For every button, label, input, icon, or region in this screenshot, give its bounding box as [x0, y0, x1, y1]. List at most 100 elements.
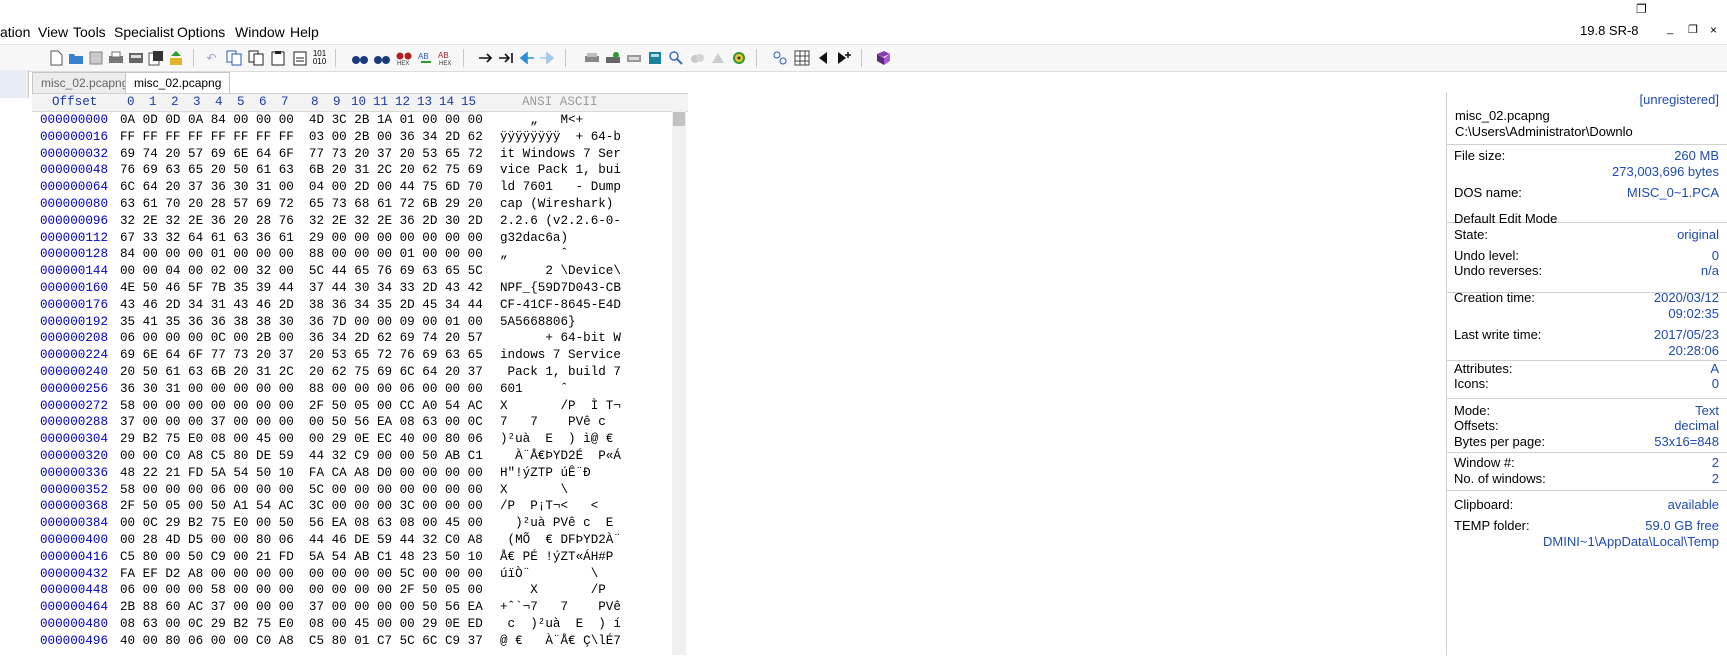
book-icon[interactable]: [874, 49, 891, 66]
undo-icon[interactable]: ↶: [203, 49, 220, 66]
row-ascii-text[interactable]: NPF_{59D7D043-CB: [500, 280, 621, 297]
search-disk-icon[interactable]: [667, 49, 684, 66]
row-ascii-text[interactable]: X /P Ì T¬: [500, 398, 621, 415]
grid-icon[interactable]: [793, 49, 810, 66]
row-hex-bytes[interactable]: 4E 50 46 5F 7B 35 39 44 37 44 30 34 33 2…: [120, 280, 483, 297]
row-ascii-text[interactable]: „ ˆ: [500, 246, 568, 263]
save-icon[interactable]: [87, 49, 104, 66]
minimize-button[interactable]: _: [1667, 23, 1673, 35]
properties-icon[interactable]: [127, 49, 144, 66]
menu-specialist[interactable]: Specialist: [114, 24, 174, 40]
row-hex-bytes[interactable]: 08 63 00 0C 29 B2 75 E0 08 00 45 00 00 2…: [120, 616, 483, 633]
export-icon[interactable]: [167, 49, 184, 66]
row-ascii-text[interactable]: 7 7 PVê c: [500, 414, 606, 431]
row-ascii-text[interactable]: + 64-bit W: [500, 330, 621, 347]
row-ascii-text[interactable]: @ € À¨Å€ Ç\lÉ7: [500, 633, 621, 650]
row-hex-bytes[interactable]: 48 22 21 FD 5A 54 50 10 FA CA A8 D0 00 0…: [120, 465, 483, 482]
cut-icon[interactable]: [225, 49, 242, 66]
row-ascii-text[interactable]: c )²uà E ) í: [500, 616, 621, 633]
hex-editor[interactable]: Offset 0 1 2 3 4 5 6 7 8 9 10 11 12 13 1…: [32, 93, 688, 656]
close-button[interactable]: ×: [1710, 23, 1717, 37]
find-icon[interactable]: [351, 49, 368, 66]
row-ascii-text[interactable]: (MÕ € DFÞYD2À¨: [500, 532, 621, 549]
row-ascii-text[interactable]: 2 \Device\: [500, 263, 621, 280]
row-hex-bytes[interactable]: 40 00 80 06 00 00 C0 A8 C5 80 01 C7 5C 6…: [120, 633, 483, 650]
tab-file-1[interactable]: misc_02.pcapng: [32, 72, 138, 93]
calculator-icon[interactable]: [646, 49, 663, 66]
replace-hex-icon[interactable]: AB HEX: [437, 49, 454, 66]
row-hex-bytes[interactable]: 69 6E 64 6F 77 73 20 37 20 53 65 72 76 6…: [120, 347, 483, 364]
row-ascii-text[interactable]: +ˆ`¬7 7 PVê: [500, 599, 621, 616]
row-ascii-text[interactable]: 5A5668806}: [500, 314, 576, 331]
row-hex-bytes[interactable]: 32 2E 32 2E 36 20 28 76 32 2E 32 2E 36 2…: [120, 213, 483, 230]
row-hex-bytes[interactable]: 35 41 35 36 36 38 38 30 36 7D 00 00 09 0…: [120, 314, 483, 331]
restore-window-icon[interactable]: ❐: [1636, 2, 1647, 16]
settings-icon[interactable]: [730, 49, 747, 66]
back-icon[interactable]: [518, 49, 535, 66]
cloud-icon[interactable]: [688, 49, 705, 66]
row-hex-bytes[interactable]: 06 00 00 00 58 00 00 00 00 00 00 00 2F 5…: [120, 582, 483, 599]
row-hex-bytes[interactable]: 06 00 00 00 0C 00 2B 00 36 34 2D 62 69 7…: [120, 330, 483, 347]
row-ascii-text[interactable]: 601 ˆ: [500, 381, 568, 398]
row-hex-bytes[interactable]: 2B 88 60 AC 37 00 00 00 37 00 00 00 00 5…: [120, 599, 483, 616]
row-ascii-text[interactable]: ÿÿÿÿÿÿÿÿ + 64-b: [500, 129, 621, 146]
paste-write-icon[interactable]: [291, 49, 308, 66]
row-hex-bytes[interactable]: FA EF D2 A8 00 00 00 00 00 00 00 00 5C 0…: [120, 566, 483, 583]
scrollbar-thumb[interactable]: [673, 112, 685, 126]
paste-icon[interactable]: [269, 49, 286, 66]
row-hex-bytes[interactable]: 67 33 32 64 61 63 36 61 29 00 00 00 00 0…: [120, 230, 483, 247]
view-mode-icon[interactable]: [771, 49, 788, 66]
row-hex-bytes[interactable]: 58 00 00 00 00 00 00 00 2F 50 05 00 CC A…: [120, 398, 483, 415]
shortcut-icon[interactable]: [709, 49, 726, 66]
print-icon[interactable]: [107, 49, 124, 66]
row-hex-bytes[interactable]: 00 28 4D D5 00 00 80 06 44 46 DE 59 44 3…: [120, 532, 483, 549]
row-ascii-text[interactable]: À¨Å€ÞYD2É P«Á: [500, 448, 621, 465]
clipboard-hex-icon[interactable]: 101 010: [311, 49, 328, 66]
row-hex-bytes[interactable]: 20 50 61 63 6B 20 31 2C 20 62 75 69 6C 6…: [120, 364, 483, 381]
row-hex-bytes[interactable]: FF FF FF FF FF FF FF FF 03 00 2B 00 36 3…: [120, 129, 483, 146]
row-hex-bytes[interactable]: 00 00 04 00 02 00 32 00 5C 44 65 76 69 6…: [120, 263, 483, 280]
row-ascii-text[interactable]: CF-41CF-8645-E4D: [500, 297, 621, 314]
find-hex-icon[interactable]: [373, 49, 390, 66]
replace-icon[interactable]: AB: [417, 49, 434, 66]
row-hex-bytes[interactable]: 43 46 2D 34 31 43 46 2D 38 36 34 35 2D 4…: [120, 297, 483, 314]
row-ascii-text[interactable]: it Windows 7 Ser: [500, 146, 621, 163]
row-hex-bytes[interactable]: 29 B2 75 E0 08 00 45 00 00 29 0E EC 40 0…: [120, 431, 483, 448]
row-hex-bytes[interactable]: 36 30 31 00 00 00 00 00 88 00 00 00 06 0…: [120, 381, 483, 398]
goto-mark-icon[interactable]: [497, 49, 514, 66]
row-ascii-text[interactable]: )²uà E ) ì@ €: [500, 431, 613, 448]
copy-icon[interactable]: [247, 49, 264, 66]
menu-options[interactable]: Options: [177, 24, 225, 40]
new-file-icon[interactable]: [47, 49, 64, 66]
disk-open-icon[interactable]: [604, 49, 621, 66]
row-ascii-text[interactable]: Pack 1, build 7: [500, 364, 621, 381]
menu-help[interactable]: Help: [290, 24, 319, 40]
tab-file-2-active[interactable]: misc_02.pcapng: [125, 72, 231, 93]
row-hex-bytes[interactable]: 58 00 00 00 06 00 00 00 5C 00 00 00 00 0…: [120, 482, 483, 499]
restore-button[interactable]: ❐: [1688, 23, 1698, 36]
row-ascii-text[interactable]: g32dac6a): [500, 230, 568, 247]
row-ascii-text[interactable]: )²uà PVê c E: [500, 515, 613, 532]
menu-navigation[interactable]: ation: [0, 24, 30, 40]
row-ascii-text[interactable]: úïÒ¨ \: [500, 566, 598, 583]
row-ascii-text[interactable]: vice Pack 1, bui: [500, 162, 621, 179]
row-hex-bytes[interactable]: 76 69 63 65 20 50 61 63 6B 20 31 2C 20 6…: [120, 162, 483, 179]
row-ascii-text[interactable]: H"!ýZTP úÊ¨Ð: [500, 465, 591, 482]
ram-icon[interactable]: [625, 49, 642, 66]
forward-icon[interactable]: [538, 49, 555, 66]
row-hex-bytes[interactable]: 6C 64 20 37 36 30 31 00 04 00 2D 00 44 7…: [120, 179, 483, 196]
row-ascii-text[interactable]: cap (Wireshark): [500, 196, 621, 213]
row-ascii-text[interactable]: „ M<+: [500, 112, 583, 129]
row-hex-bytes[interactable]: 00 00 C0 A8 C5 80 DE 59 44 32 C9 00 00 5…: [120, 448, 483, 465]
row-hex-bytes[interactable]: 00 0C 29 B2 75 E0 00 50 56 EA 08 63 08 0…: [120, 515, 483, 532]
row-ascii-text[interactable]: 2.2.6 (v2.2.6-0-: [500, 213, 621, 230]
menu-view[interactable]: View: [38, 24, 68, 40]
row-hex-bytes[interactable]: 84 00 00 00 01 00 00 00 88 00 00 00 01 0…: [120, 246, 483, 263]
row-hex-bytes[interactable]: 37 00 00 00 37 00 00 00 00 50 56 EA 08 6…: [120, 414, 483, 431]
row-hex-bytes[interactable]: 69 74 20 57 69 6E 64 6F 77 73 20 37 20 5…: [120, 146, 483, 163]
directory-browser-strip[interactable]: [0, 70, 29, 98]
row-hex-bytes[interactable]: 2F 50 05 00 50 A1 54 AC 3C 00 00 00 3C 0…: [120, 498, 483, 515]
row-hex-bytes[interactable]: 0A 0D 0D 0A 84 00 00 00 4D 3C 2B 1A 01 0…: [120, 112, 483, 129]
open-file-icon[interactable]: [67, 49, 84, 66]
row-ascii-text[interactable]: X /P: [500, 582, 606, 599]
